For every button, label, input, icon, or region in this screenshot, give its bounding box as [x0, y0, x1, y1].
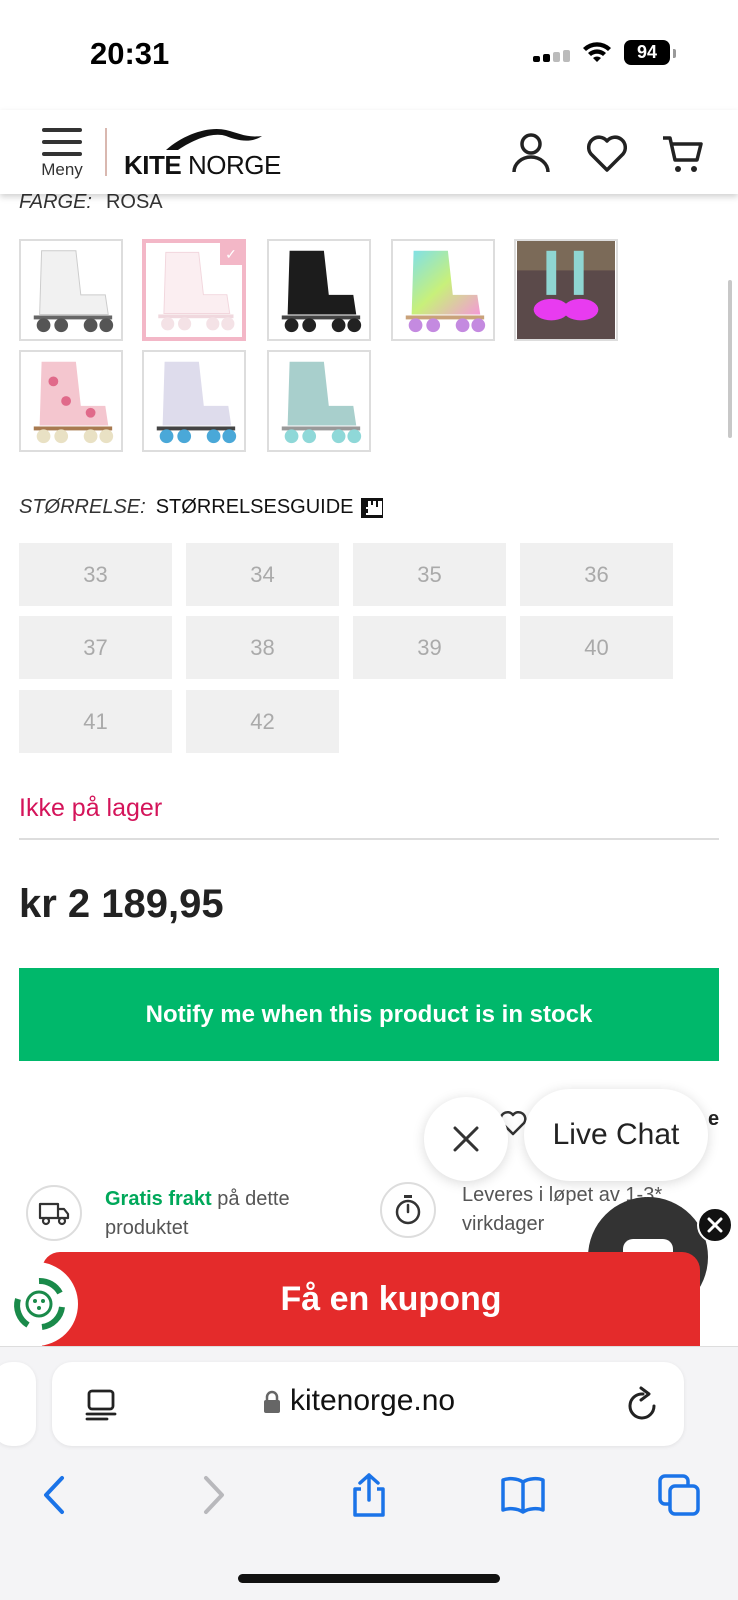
stopwatch-icon [380, 1182, 436, 1238]
color-label: FARGE: ROSA [19, 191, 163, 213]
wave-logo-icon [166, 128, 262, 150]
forward-icon[interactable] [190, 1472, 236, 1518]
stock-status: Ikke på lager [19, 794, 163, 822]
size-option[interactable]: 36 [520, 543, 673, 606]
size-label: STØRRELSE: STØRRELSESGUIDE [19, 496, 384, 519]
previous-tab-preview[interactable] [0, 1362, 36, 1446]
size-option[interactable]: 39 [353, 616, 506, 679]
truck-icon [26, 1185, 82, 1241]
notify-stock-button[interactable]: Notify me when this product is in stock [19, 968, 719, 1061]
size-option[interactable]: 40 [520, 616, 673, 679]
header-divider [105, 128, 107, 176]
status-icons: 94 [533, 40, 676, 65]
swatch-rosa[interactable]: ✓ [142, 239, 246, 341]
cellular-signal-icon [533, 44, 570, 62]
scrollbar[interactable] [728, 280, 732, 438]
back-icon[interactable] [32, 1472, 78, 1518]
swatch-floral[interactable] [19, 350, 123, 452]
swatch-rainbow[interactable] [391, 239, 495, 341]
heart-icon[interactable] [584, 130, 630, 176]
swatch-mint[interactable] [267, 350, 371, 452]
swatch-led-photo[interactable] [514, 239, 618, 341]
swatch-black[interactable] [267, 239, 371, 341]
swatch-lavender[interactable] [142, 350, 246, 452]
page-menu-icon[interactable] [84, 1388, 118, 1422]
color-value: ROSA [105, 191, 163, 213]
tabs-icon[interactable] [656, 1472, 702, 1518]
logo-text: KITE NORGE [124, 150, 281, 180]
ruler-icon [360, 497, 383, 518]
status-bar: 20:31 94 [0, 0, 738, 110]
size-option[interactable]: 41 [19, 690, 172, 753]
selected-check-icon: ✓ [220, 243, 242, 265]
size-option[interactable]: 38 [186, 616, 339, 679]
live-chat-button[interactable]: Live Chat [524, 1089, 708, 1181]
divider [19, 838, 719, 840]
size-option[interactable]: 37 [19, 616, 172, 679]
url-text[interactable]: kitenorge.no [290, 1384, 455, 1418]
site-header: Meny KITE NORGE [0, 110, 738, 194]
home-indicator [238, 1574, 500, 1583]
account-icon[interactable] [508, 130, 554, 176]
reload-icon[interactable] [626, 1386, 660, 1422]
size-option[interactable]: 35 [353, 543, 506, 606]
dismiss-chat-button[interactable] [697, 1207, 733, 1243]
menu-button[interactable]: Meny [34, 128, 90, 190]
hamburger-icon [34, 128, 90, 156]
site-logo[interactable]: KITE NORGE [124, 124, 281, 184]
size-guide-link[interactable]: STØRRELSESGUIDE [156, 496, 354, 519]
close-chat-prompt-button[interactable] [424, 1097, 508, 1181]
cart-icon[interactable] [660, 130, 706, 176]
get-coupon-button[interactable]: Få en kupong [42, 1252, 700, 1346]
lock-icon [264, 1390, 280, 1413]
close-icon [707, 1217, 723, 1233]
wifi-icon [583, 41, 611, 62]
menu-label: Meny [41, 160, 83, 179]
size-option[interactable]: 42 [186, 690, 339, 753]
obscured-text: e [708, 1108, 720, 1130]
size-option[interactable]: 34 [186, 543, 339, 606]
close-icon [453, 1126, 479, 1152]
battery-indicator: 94 [624, 40, 676, 65]
size-option[interactable]: 33 [19, 543, 172, 606]
status-time: 20:31 [90, 36, 170, 71]
swatch-white[interactable] [19, 239, 123, 341]
bookmarks-icon[interactable] [500, 1472, 546, 1518]
product-price: kr 2 189,95 [19, 882, 224, 926]
free-shipping-text: Gratis frakt på dette produktet [105, 1188, 290, 1239]
share-icon[interactable] [346, 1472, 392, 1518]
